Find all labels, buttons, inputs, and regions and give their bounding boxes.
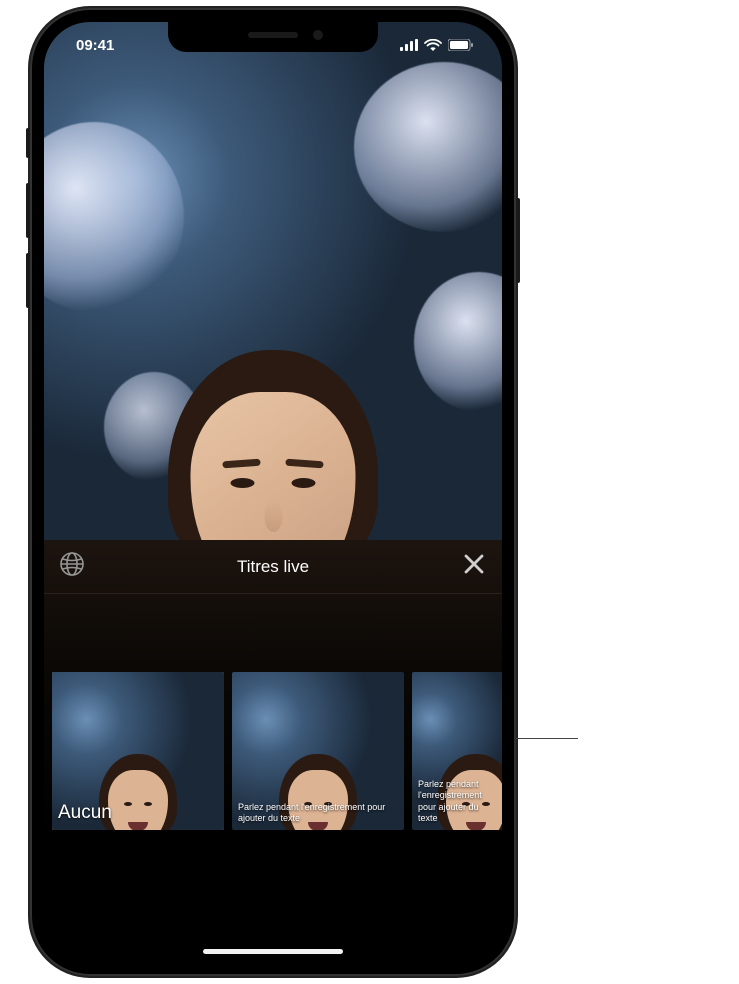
annotation-callout-line [516, 738, 578, 739]
background-blob [44, 122, 184, 312]
power-button [516, 198, 520, 283]
title-style-option[interactable]: Aucun [52, 672, 224, 830]
drawer-header: Titres live [44, 540, 502, 594]
title-style-label: Parlez pendant l'enregistrement pour ajo… [418, 779, 498, 824]
title-style-label: Aucun [58, 802, 218, 824]
battery-icon [448, 39, 474, 51]
title-style-option[interactable]: Parlez pendant l'enregistrement pour ajo… [232, 672, 404, 830]
language-button[interactable] [50, 545, 94, 589]
iphone-frame: 09:41 [30, 8, 516, 976]
close-button[interactable] [452, 545, 496, 589]
status-time: 09:41 [68, 37, 114, 54]
notch [168, 22, 378, 52]
wifi-icon [424, 39, 442, 51]
ringer-switch [26, 128, 30, 158]
volume-up-button [26, 183, 30, 238]
close-icon [463, 553, 485, 580]
background-blob [354, 62, 502, 232]
camera-preview[interactable] [44, 22, 502, 540]
titles-drawer: Titres live [44, 540, 502, 962]
volume-down-button [26, 253, 30, 308]
title-style-list[interactable]: Aucun Parlez pendant l'enregistrement po… [44, 672, 502, 834]
home-indicator[interactable] [203, 949, 343, 954]
globe-icon [59, 551, 85, 582]
drawer-title: Titres live [237, 557, 309, 577]
screen: 09:41 [44, 22, 502, 962]
cellular-icon [400, 39, 418, 51]
title-style-label: Parlez pendant l'enregistrement pour ajo… [238, 802, 398, 825]
background-blob [414, 272, 502, 412]
subject-person [168, 350, 378, 540]
title-style-option[interactable]: Parlez pendant l'enregistrement pour ajo… [412, 672, 502, 830]
